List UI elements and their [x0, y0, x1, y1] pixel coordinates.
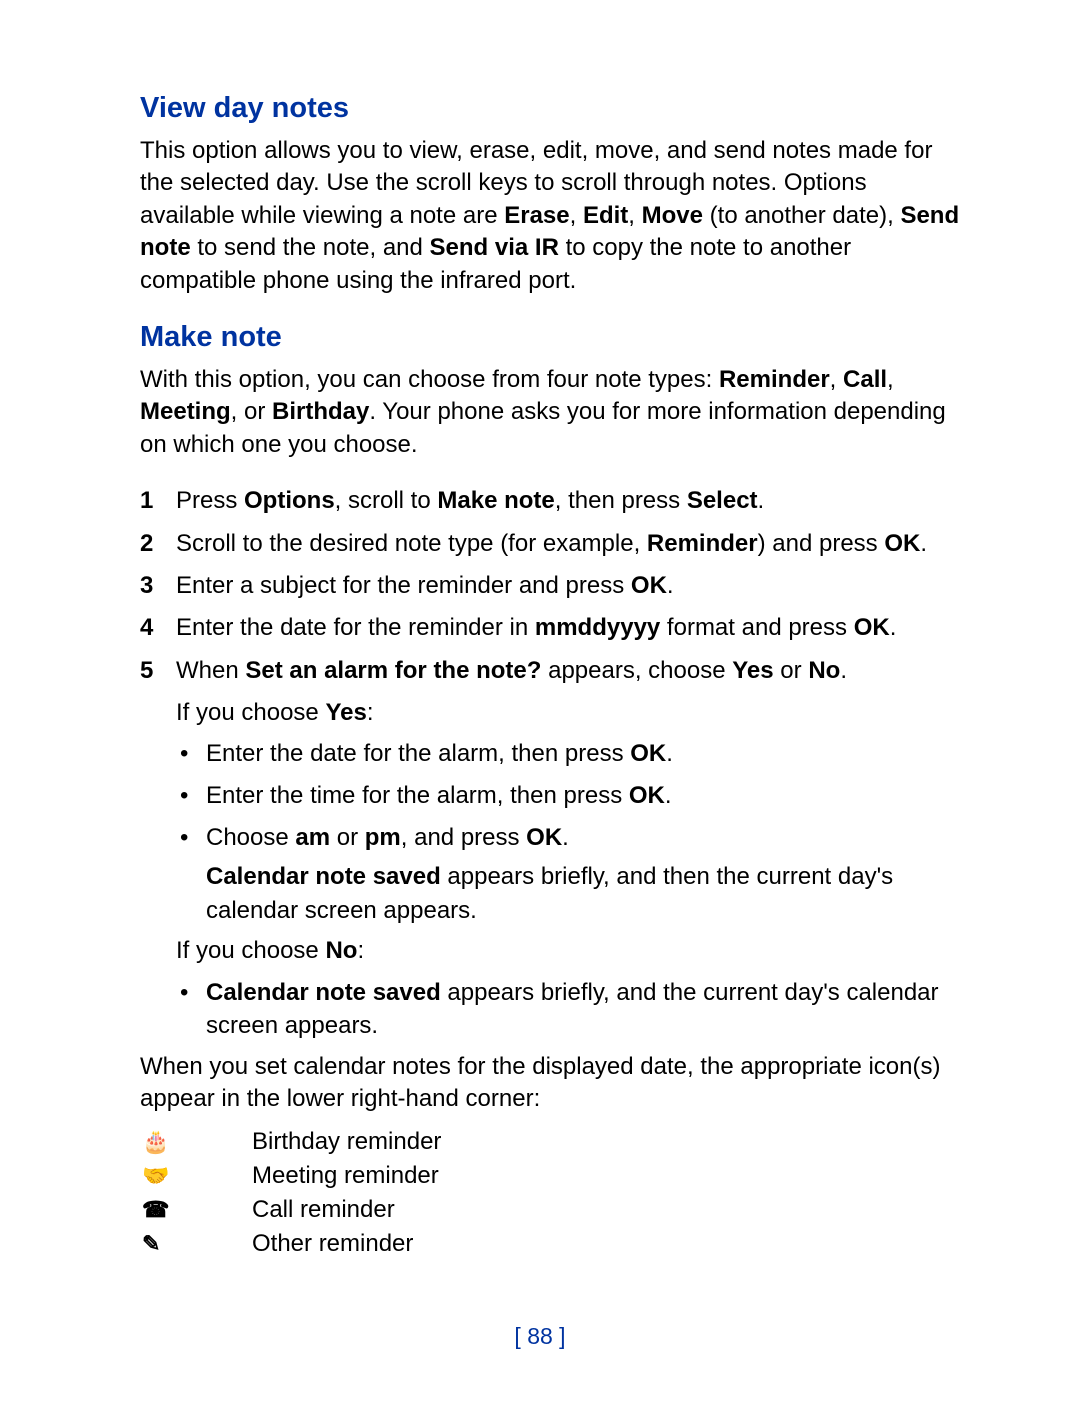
other-icon: ✎: [142, 1231, 252, 1257]
step-1: 1 Press Options, scroll to Make note, th…: [140, 485, 960, 517]
call-icon: ☎: [142, 1197, 252, 1223]
step-3: 3 Enter a subject for the reminder and p…: [140, 570, 960, 602]
no-bullet: Calendar note saved appears briefly, and…: [176, 976, 960, 1043]
call-label: Call reminder: [252, 1196, 395, 1224]
meeting-icon: 🤝: [142, 1163, 252, 1189]
other-label: Other reminder: [252, 1230, 413, 1258]
birthday-label: Birthday reminder: [252, 1128, 441, 1156]
steps-list: 1 Press Options, scroll to Make note, th…: [140, 485, 960, 687]
icon-row-birthday: 🎂 Birthday reminder: [142, 1128, 960, 1156]
meeting-label: Meeting reminder: [252, 1162, 439, 1190]
yes-bullet-3: Choose am or pm, and press OK. Calendar …: [176, 821, 960, 928]
icons-intro: When you set calendar notes for the disp…: [140, 1051, 960, 1116]
step-5: 5 When Set an alarm for the note? appear…: [140, 655, 960, 687]
step-4: 4 Enter the date for the reminder in mmd…: [140, 612, 960, 644]
yes-bullet-1: Enter the date for the alarm, then press…: [176, 737, 960, 771]
icon-list: 🎂 Birthday reminder 🤝 Meeting reminder ☎…: [140, 1128, 960, 1258]
icon-row-call: ☎ Call reminder: [142, 1196, 960, 1224]
icon-row-other: ✎ Other reminder: [142, 1230, 960, 1258]
step-2: 2 Scroll to the desired note type (for e…: [140, 528, 960, 560]
page-number: [ 88 ]: [0, 1323, 1080, 1350]
manual-page: View day notes This option allows you to…: [0, 0, 1080, 1412]
yes-block: If you choose Yes: Enter the date for th…: [176, 697, 960, 1043]
heading-make-note: Make note: [140, 321, 960, 354]
icon-row-meeting: 🤝 Meeting reminder: [142, 1162, 960, 1190]
yes-bullet-2: Enter the time for the alarm, then press…: [176, 779, 960, 813]
para-view-day-notes: This option allows you to view, erase, e…: [140, 135, 960, 297]
heading-view-day-notes: View day notes: [140, 92, 960, 125]
para-make-note-intro: With this option, you can choose from fo…: [140, 364, 960, 461]
birthday-icon: 🎂: [142, 1129, 252, 1155]
